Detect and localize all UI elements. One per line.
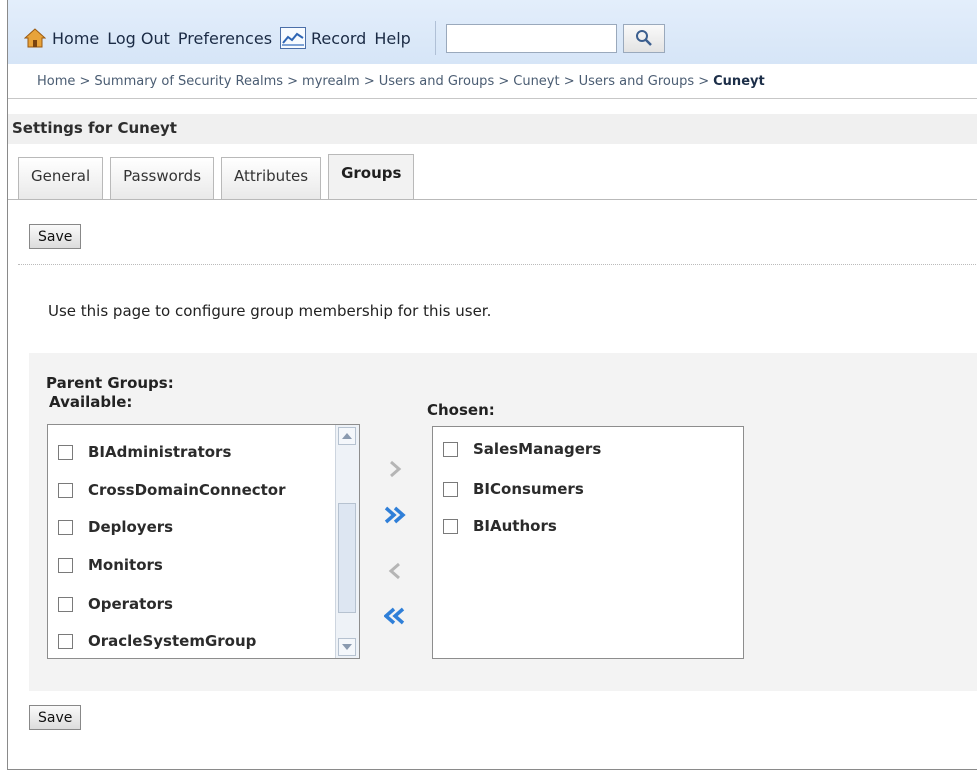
list-item[interactable]: BIAuthors [443,514,557,538]
checkbox[interactable] [58,557,73,573]
save-button-bottom[interactable]: Save [29,705,82,730]
move-left-icon[interactable] [382,558,408,584]
move-all-left-icon[interactable] [382,603,408,629]
scroll-down-icon[interactable] [338,638,356,656]
checkbox[interactable] [58,596,73,612]
scrollbar[interactable] [335,425,359,658]
logout-link[interactable]: Log Out [107,29,170,48]
tab-bar: General Passwords Attributes Groups [18,154,421,199]
page-title: Settings for Cuneyt [8,114,977,144]
group-name: BIAuthors [473,517,557,535]
breadcrumb-item[interactable]: Users and Groups > [379,74,510,89]
list-item[interactable]: CrossDomainConnector [58,478,286,502]
home-link[interactable]: Home [52,29,99,48]
tab-attributes[interactable]: Attributes [221,157,322,199]
tab-passwords[interactable]: Passwords [110,157,215,199]
move-all-right-icon[interactable] [382,502,408,528]
checkbox[interactable] [443,481,458,497]
breadcrumb-item[interactable]: Cuneyt > [513,74,574,89]
breadcrumb-item[interactable]: Home > [37,74,90,89]
breadcrumb-item[interactable]: Summary of Security Realms > [94,74,298,89]
scroll-thumb[interactable] [338,503,356,613]
checkbox[interactable] [58,633,73,649]
list-item[interactable]: BIAdministrators [58,440,231,464]
intro-text: Use this page to configure group members… [48,302,492,320]
group-name: BIAdministrators [88,443,232,461]
group-name: Operators [88,595,173,613]
search-input[interactable] [445,23,617,53]
scroll-up-icon[interactable] [338,427,356,445]
list-item[interactable]: BIConsumers [443,477,584,501]
checkbox[interactable] [58,482,73,498]
chosen-label: Chosen: [427,401,495,419]
home-icon[interactable] [23,28,47,48]
magnifier-icon [635,30,652,46]
tab-groups[interactable]: Groups [328,154,415,199]
header-divider [8,98,977,99]
header: Home Log Out Preferences Record Help Hom… [8,0,977,98]
group-name: SalesManagers [473,440,602,458]
breadcrumb: Home > Summary of Security Realms > myreal… [37,74,765,89]
group-name: Deployers [88,518,174,536]
divider [18,264,977,265]
tab-general[interactable]: General [18,157,104,199]
checkbox[interactable] [58,519,73,535]
checkbox[interactable] [58,444,73,460]
search-button[interactable] [622,23,665,53]
tab-divider [8,199,977,200]
record-icon[interactable] [280,27,307,49]
available-label: Available: [49,393,133,411]
list-item[interactable]: SalesManagers [443,437,601,461]
parent-groups-label: Parent Groups: [46,374,174,392]
available-list[interactable]: BIAdministrators CrossDomainConnector De… [47,424,360,659]
group-name: Monitors [88,556,163,574]
group-name: BIConsumers [473,480,584,498]
nav-separator [434,21,436,55]
top-nav: Home Log Out Preferences Record Help [8,0,977,64]
list-item[interactable]: OracleSystemGroup [58,629,256,653]
breadcrumb-current: Cuneyt [713,74,765,89]
group-name: CrossDomainConnector [88,481,286,499]
help-link[interactable]: Help [374,29,410,48]
list-item[interactable]: Deployers [58,515,173,539]
save-button-top[interactable]: Save [29,224,82,249]
preferences-link[interactable]: Preferences [178,29,272,48]
group-name: OracleSystemGroup [88,632,257,650]
chosen-list[interactable]: SalesManagers BIConsumers BIAuthors [432,426,744,659]
breadcrumb-item[interactable]: Users and Groups > [579,74,710,89]
breadcrumb-item[interactable]: myrealm > [302,74,375,89]
checkbox[interactable] [443,441,458,457]
checkbox[interactable] [443,518,458,534]
console-frame: Home Log Out Preferences Record Help Hom… [7,0,977,770]
move-right-icon[interactable] [382,456,408,482]
record-link[interactable]: Record [311,29,366,48]
list-item[interactable]: Monitors [58,553,163,577]
list-item[interactable]: Operators [58,592,173,616]
